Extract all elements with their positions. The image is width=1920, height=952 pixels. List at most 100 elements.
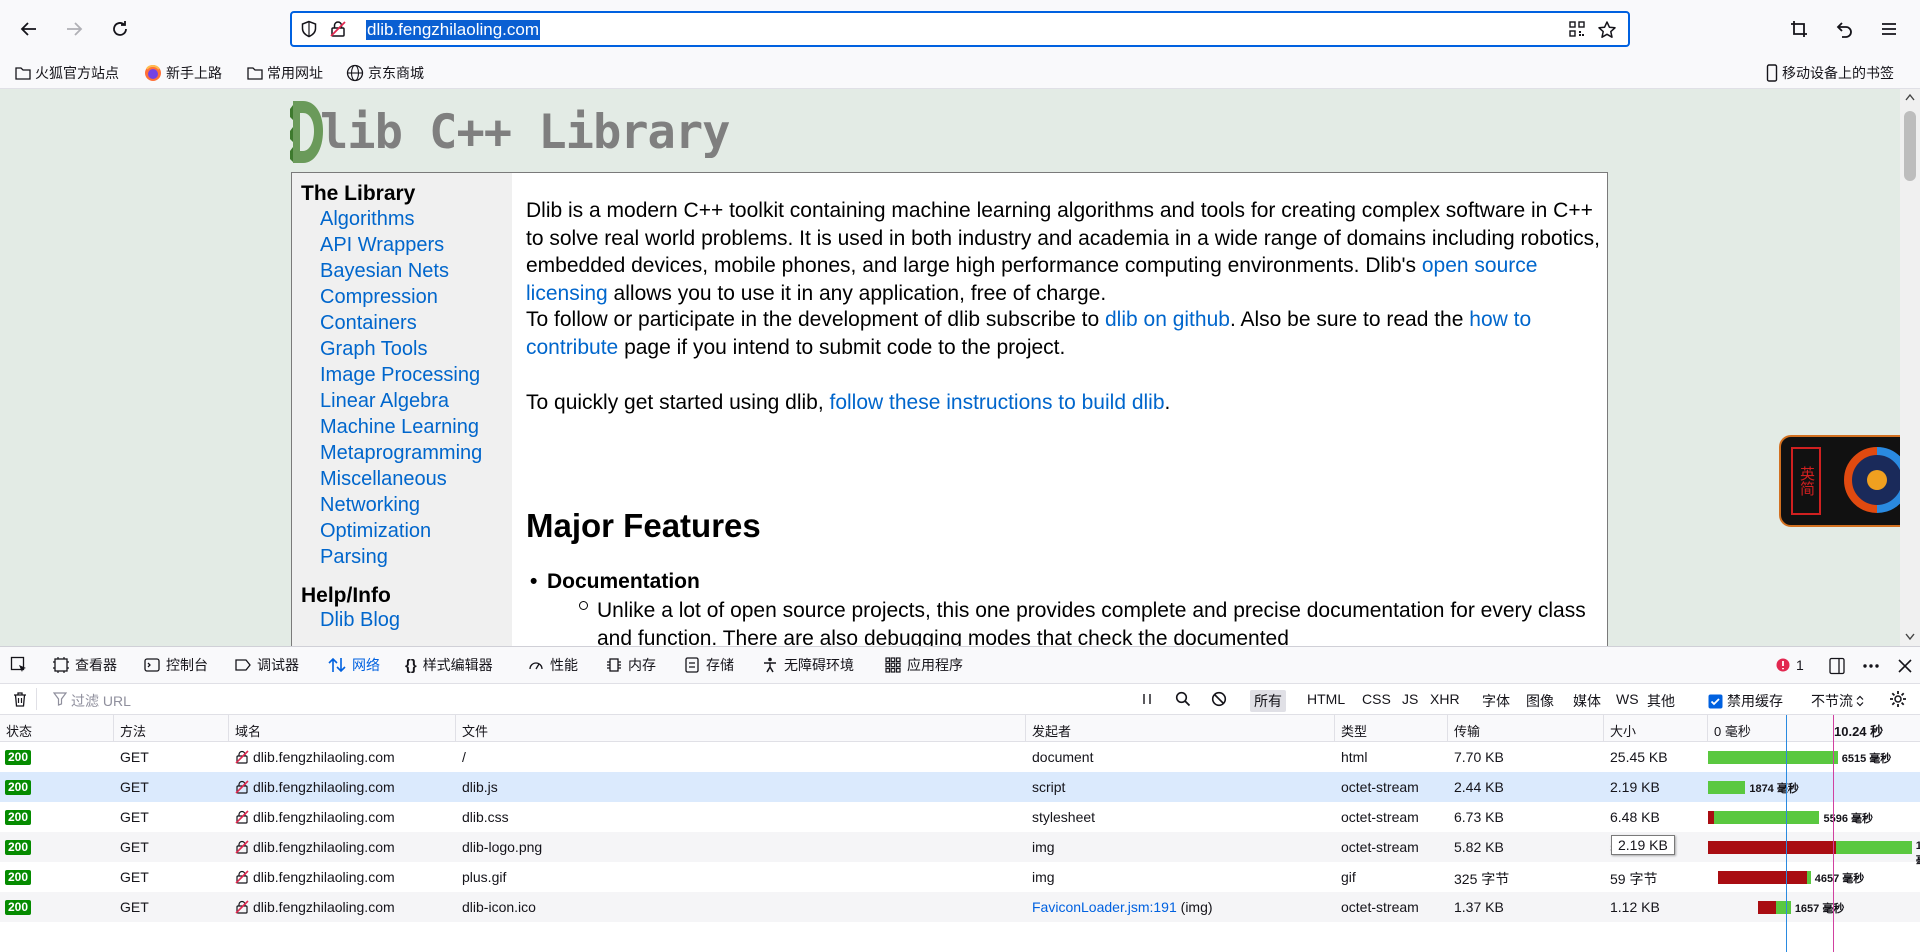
sidebar-link[interactable]: API Wrappers <box>320 234 444 257</box>
scroll-thumb[interactable] <box>1904 111 1916 181</box>
table-row[interactable]: 200 GET dlib.fengzhilaoling.com plus.gif img… <box>0 862 1920 892</box>
shield-icon[interactable] <box>300 20 318 38</box>
type-filter-button[interactable]: WS <box>1612 690 1643 708</box>
tab-inspector[interactable]: 查看器 <box>53 656 117 674</box>
column-header[interactable]: 大小 <box>1610 721 1636 740</box>
type-filter-button[interactable]: 媒体 <box>1569 690 1605 712</box>
trash-icon[interactable] <box>12 691 28 707</box>
sidebar-link[interactable]: Compression <box>320 286 438 309</box>
type-filter-button[interactable]: 图像 <box>1522 690 1558 712</box>
column-header[interactable]: 状态 <box>6 721 32 740</box>
column-divider[interactable] <box>1447 715 1448 741</box>
column-divider[interactable] <box>455 715 456 741</box>
table-row[interactable]: 200 GET dlib.fengzhilaoling.com / document ht… <box>0 742 1920 772</box>
sidebar-link[interactable]: Machine Learning <box>320 416 479 439</box>
tab-network[interactable]: 网络 <box>328 656 380 674</box>
url-filter-placeholder: 过滤 URL <box>71 693 131 709</box>
back-button[interactable] <box>13 13 45 45</box>
translator-extension-badge[interactable]: 英简 <box>1779 435 1920 527</box>
sidebar-link[interactable]: Parsing <box>320 546 388 569</box>
dock-side-icon[interactable] <box>1828 657 1846 675</box>
domain-text: dlib.fengzhilaoling.com <box>253 839 395 855</box>
initiator-cell[interactable]: FaviconLoader.jsm:191 (img) <box>1032 899 1213 915</box>
url-text[interactable]: dlib.fengzhilaoling.com <box>366 20 540 40</box>
tab-performance[interactable]: 性能 <box>528 656 578 674</box>
sidebar-link-blog[interactable]: Dlib Blog <box>320 609 400 632</box>
sidebar-link[interactable]: Optimization <box>320 520 431 543</box>
column-header[interactable]: 传输 <box>1454 721 1480 740</box>
sidebar-link[interactable]: Containers <box>320 312 417 335</box>
bookmark-star-icon[interactable] <box>1597 20 1617 40</box>
bookmark-item[interactable]: 常用网址 <box>247 62 323 84</box>
type-filter-button[interactable]: 所有 <box>1250 690 1286 712</box>
sidebar-link[interactable]: Metaprogramming <box>320 442 482 465</box>
sidebar-link[interactable]: Graph Tools <box>320 338 427 361</box>
type-filter-button[interactable]: 字体 <box>1478 690 1514 712</box>
column-divider[interactable] <box>1603 715 1604 741</box>
disable-cache-checkbox[interactable]: 禁用缓存 <box>1708 691 1783 711</box>
column-divider[interactable] <box>1334 715 1335 741</box>
search-icon[interactable] <box>1175 691 1191 707</box>
tab-accessibility[interactable]: 无障碍环境 <box>762 656 854 674</box>
insecure-lock-icon[interactable] <box>329 20 347 38</box>
type-filter-button[interactable]: CSS <box>1358 690 1395 708</box>
column-header[interactable]: 发起者 <box>1032 721 1071 740</box>
tab-memory[interactable]: 内存 <box>606 656 656 674</box>
github-link[interactable]: dlib on github <box>1105 308 1230 331</box>
sidebar-link[interactable]: Image Processing <box>320 364 480 387</box>
gear-icon[interactable] <box>1889 690 1907 708</box>
reload-button[interactable] <box>104 13 136 45</box>
qr-code-icon[interactable] <box>1568 20 1586 38</box>
feature-description: Unlike a lot of open source projects, th… <box>579 597 1597 646</box>
transfer-cell: 1.37 KB <box>1454 899 1504 915</box>
column-header[interactable]: 类型 <box>1341 721 1367 740</box>
block-icon[interactable] <box>1211 691 1227 707</box>
tab-console[interactable]: 控制台 <box>144 656 208 674</box>
more-options-icon[interactable] <box>1862 657 1880 675</box>
column-divider[interactable] <box>1025 715 1026 741</box>
extensions-button[interactable] <box>1783 13 1815 45</box>
column-header[interactable]: 文件 <box>462 721 488 740</box>
sidebar-link[interactable]: Algorithms <box>320 208 414 231</box>
mobile-bookmarks[interactable]: 移动设备上的书签 <box>1766 62 1894 84</box>
close-icon[interactable] <box>1896 657 1914 675</box>
forward-button[interactable] <box>58 13 90 45</box>
sidebar-link[interactable]: Linear Algebra <box>320 390 449 413</box>
column-divider[interactable] <box>228 715 229 741</box>
tab-storage[interactable]: 存储 <box>684 656 734 674</box>
column-divider[interactable] <box>113 715 114 741</box>
tab-application[interactable]: 应用程序 <box>885 656 963 674</box>
url-filter-input[interactable]: 过滤 URL <box>36 688 1127 710</box>
scroll-down-icon[interactable] <box>1905 633 1915 641</box>
type-filter-button[interactable]: JS <box>1398 690 1422 708</box>
bookmark-item[interactable]: 新手上路 <box>144 62 222 84</box>
tab-label: 调试器 <box>257 657 299 673</box>
column-header[interactable]: 方法 <box>120 721 146 740</box>
build-instructions-link[interactable]: follow these instructions to build dlib <box>830 391 1165 414</box>
tab-style-editor[interactable]: {} 样式编辑器 <box>405 656 493 674</box>
sidebar-link[interactable]: Miscellaneous <box>320 468 447 491</box>
type-filter-button[interactable]: 其他 <box>1643 690 1679 712</box>
page-scrollbar[interactable] <box>1900 89 1920 646</box>
column-divider[interactable] <box>1707 715 1708 741</box>
url-bar[interactable]: dlib.fengzhilaoling.com <box>290 11 1630 47</box>
table-row[interactable]: 200 GET dlib.fengzhilaoling.com dlib-icon.i… <box>0 892 1920 922</box>
throttle-select[interactable]: 不节流 <box>1811 691 1865 711</box>
tab-debugger[interactable]: 调试器 <box>235 656 299 674</box>
table-row[interactable]: 200 GET dlib.fengzhilaoling.com dlib.js scri… <box>0 772 1920 802</box>
bookmark-item[interactable]: 京东商城 <box>346 62 424 84</box>
timing-label: 1874 毫秒 <box>1749 783 1799 795</box>
menu-button[interactable] <box>1873 13 1905 45</box>
scroll-up-icon[interactable] <box>1905 93 1915 101</box>
type-filter-button[interactable]: XHR <box>1426 690 1464 708</box>
sidebar-link[interactable]: Networking <box>320 494 420 517</box>
sidebar-link[interactable]: Bayesian Nets <box>320 260 449 283</box>
type-filter-button[interactable]: HTML <box>1303 690 1349 708</box>
element-picker-icon[interactable] <box>10 656 28 674</box>
error-count-badge[interactable]: 1 <box>1776 656 1804 674</box>
column-header[interactable]: 域名 <box>235 721 261 740</box>
pause-icon[interactable] <box>1140 692 1154 706</box>
bookmark-item[interactable]: 火狐官方站点 <box>15 62 119 84</box>
table-row[interactable]: 200 GET dlib.fengzhilaoling.com dlib.css sty… <box>0 802 1920 832</box>
undo-button[interactable] <box>1828 13 1860 45</box>
